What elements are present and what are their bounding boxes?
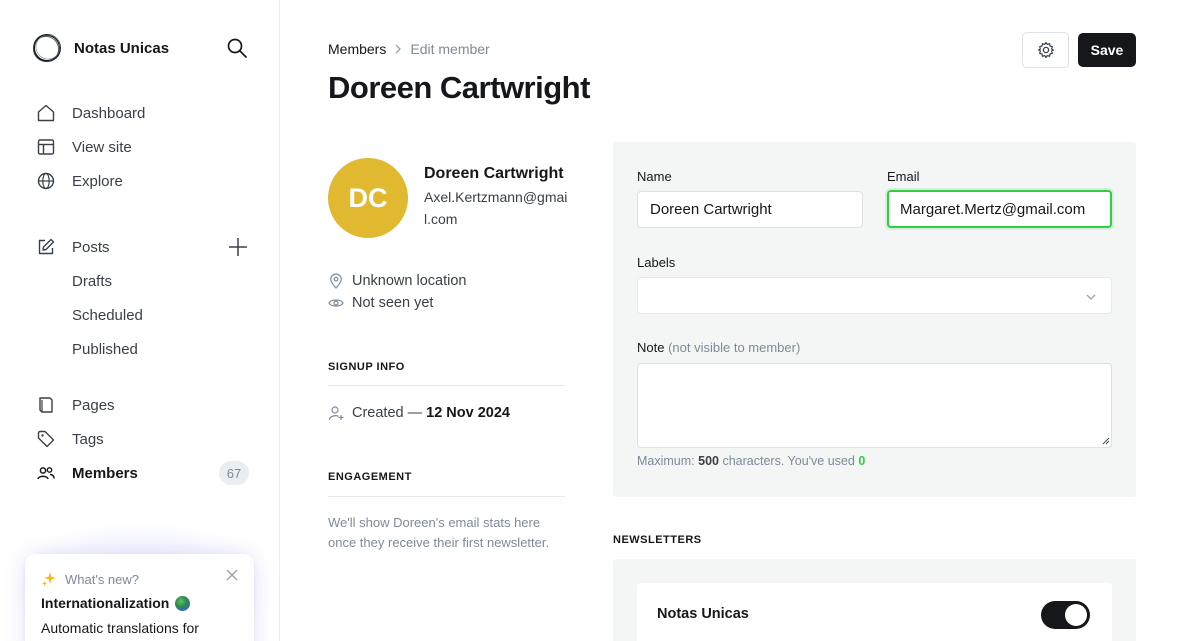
sidebar-item-label: Tags	[72, 430, 104, 448]
search-icon[interactable]	[226, 37, 248, 59]
globe-emoji-icon	[175, 595, 191, 611]
labels-select[interactable]	[637, 277, 1112, 314]
created-label: Created —	[352, 405, 423, 421]
name-field[interactable]	[637, 191, 863, 228]
newsletter-item: Notas Unicas	[637, 583, 1112, 641]
chevron-right-icon	[395, 44, 402, 54]
whats-new-label: What's new?	[65, 571, 140, 587]
sidebar: Notas Unicas Dashboard View site Explore…	[0, 0, 280, 641]
note-label: Note (not visible to member)	[637, 340, 800, 355]
sidebar-item-label: Scheduled	[72, 306, 143, 324]
email-label: Email	[887, 169, 920, 184]
created-row: Created — 12 Nov 2024	[328, 405, 510, 421]
sparkle-icon	[42, 572, 56, 586]
char-count-max: 500	[698, 454, 719, 468]
note-char-count: Maximum: 500 characters. You've used 0	[637, 454, 865, 468]
sidebar-item-label: Explore	[72, 172, 123, 190]
member-form-panel: Name Email Labels Note (not visible to m…	[613, 142, 1136, 497]
toggle-knob	[1065, 604, 1087, 626]
sidebar-item-label: Drafts	[72, 272, 113, 290]
breadcrumb: Members Edit member	[328, 41, 490, 57]
whats-new-text: Automatic translations for	[41, 620, 199, 636]
engagement-heading: ENGAGEMENT	[328, 471, 412, 483]
email-field[interactable]	[887, 190, 1112, 228]
sidebar-item-scheduled[interactable]: Scheduled	[72, 302, 252, 328]
newsletters-panel: Notas Unicas	[613, 559, 1136, 641]
close-icon[interactable]	[225, 568, 239, 582]
chevron-down-icon	[1086, 294, 1096, 300]
engagement-text: We'll show Doreen's email stats here onc…	[328, 515, 550, 550]
page-icon	[39, 397, 53, 413]
sidebar-item-label: Pages	[72, 396, 115, 414]
breadcrumb-current: Edit member	[410, 41, 490, 57]
page-title: Doreen Cartwright	[328, 70, 590, 105]
whats-new-title-text: Internationalization	[41, 595, 170, 611]
breadcrumb-members-link[interactable]: Members	[328, 41, 386, 57]
member-settings-button[interactable]	[1022, 32, 1069, 68]
site-logo-icon	[33, 34, 61, 62]
globe-icon	[37, 172, 55, 190]
note-textarea[interactable]	[637, 363, 1112, 448]
member-location-text: Unknown location	[352, 273, 467, 289]
sidebar-item-view-site[interactable]: View site	[36, 134, 252, 160]
char-count-used: 0	[858, 454, 866, 468]
newsletters-heading: NEWSLETTERS	[613, 534, 702, 546]
char-count-middle: characters. You've used	[722, 454, 855, 468]
member-name: Doreen Cartwright	[424, 165, 564, 182]
location-pin-icon	[330, 273, 342, 289]
new-post-plus-icon[interactable]	[226, 235, 250, 259]
member-email: Axel.Kertzmann@gmail.com	[424, 189, 568, 227]
layout-icon	[37, 139, 55, 155]
save-button[interactable]: Save	[1078, 33, 1136, 67]
sidebar-item-explore[interactable]: Explore	[36, 168, 252, 194]
user-add-icon	[328, 406, 344, 421]
member-last-seen-text: Not seen yet	[352, 295, 434, 311]
note-hint: (not visible to member)	[668, 340, 801, 355]
gear-icon	[1037, 41, 1054, 59]
brand[interactable]: Notas Unicas	[32, 33, 169, 63]
created-date: 12 Nov 2024	[426, 405, 510, 421]
avatar: DC	[328, 158, 408, 238]
app-root: Notas Unicas Dashboard View site Explore…	[0, 0, 1184, 641]
sidebar-item-label: Dashboard	[72, 104, 146, 122]
member-location: Unknown location	[328, 273, 466, 289]
sidebar-item-drafts[interactable]: Drafts	[72, 268, 252, 294]
note-label-text: Note	[637, 340, 665, 355]
whats-new-card[interactable]: What's new? Internationalization Automat…	[25, 554, 254, 641]
signup-info-heading: SIGNUP INFO	[328, 361, 405, 373]
home-icon	[37, 104, 55, 122]
sidebar-item-label: View site	[72, 138, 132, 156]
whats-new-title: Internationalization	[41, 595, 191, 611]
eye-icon	[328, 299, 344, 307]
sidebar-item-tags[interactable]: Tags	[36, 426, 252, 452]
char-count-prefix: Maximum:	[637, 454, 695, 468]
members-count-badge: 67	[219, 461, 249, 485]
sidebar-item-pages[interactable]: Pages	[36, 392, 252, 418]
divider	[328, 496, 565, 497]
members-icon	[37, 467, 55, 480]
main-content: Members Edit member Doreen Cartwright Sa…	[281, 0, 1184, 641]
member-last-seen: Not seen yet	[328, 295, 433, 311]
tag-icon	[37, 430, 55, 448]
sidebar-item-label: Posts	[72, 238, 110, 256]
newsletter-subscription-toggle[interactable]	[1041, 601, 1090, 629]
whats-new-header: What's new?	[41, 571, 139, 587]
edit-icon	[38, 238, 55, 255]
sidebar-item-label: Members	[72, 464, 138, 482]
labels-label: Labels	[637, 255, 676, 270]
sidebar-item-published[interactable]: Published	[72, 336, 252, 362]
brand-name: Notas Unicas	[74, 39, 170, 57]
resize-handle-icon[interactable]	[1102, 437, 1110, 445]
sidebar-item-label: Published	[72, 340, 138, 358]
divider	[328, 385, 565, 386]
sidebar-item-posts[interactable]: Posts	[36, 234, 252, 260]
sidebar-item-dashboard[interactable]: Dashboard	[36, 100, 252, 126]
name-label: Name	[637, 169, 672, 184]
newsletter-name: Notas Unicas	[657, 606, 749, 622]
